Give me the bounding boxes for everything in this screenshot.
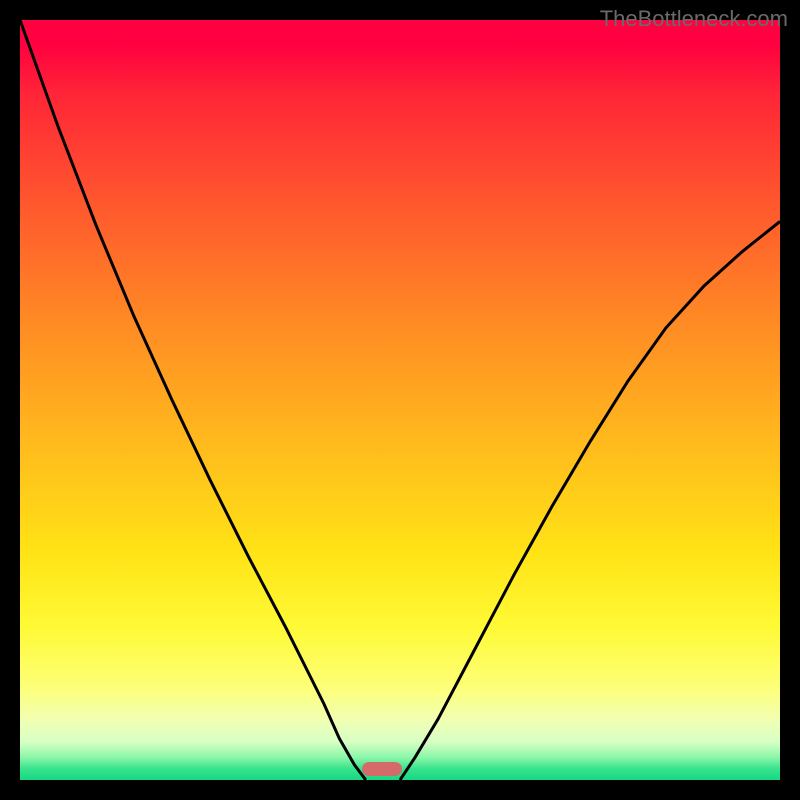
chart-container: TheBottleneck.com bbox=[0, 0, 800, 800]
bottleneck-curve bbox=[20, 20, 780, 780]
watermark-text: TheBottleneck.com bbox=[600, 6, 788, 32]
plot-area bbox=[20, 20, 780, 780]
curve-right-branch bbox=[400, 221, 780, 780]
bottleneck-marker bbox=[362, 762, 402, 776]
curve-left-branch bbox=[20, 20, 366, 780]
